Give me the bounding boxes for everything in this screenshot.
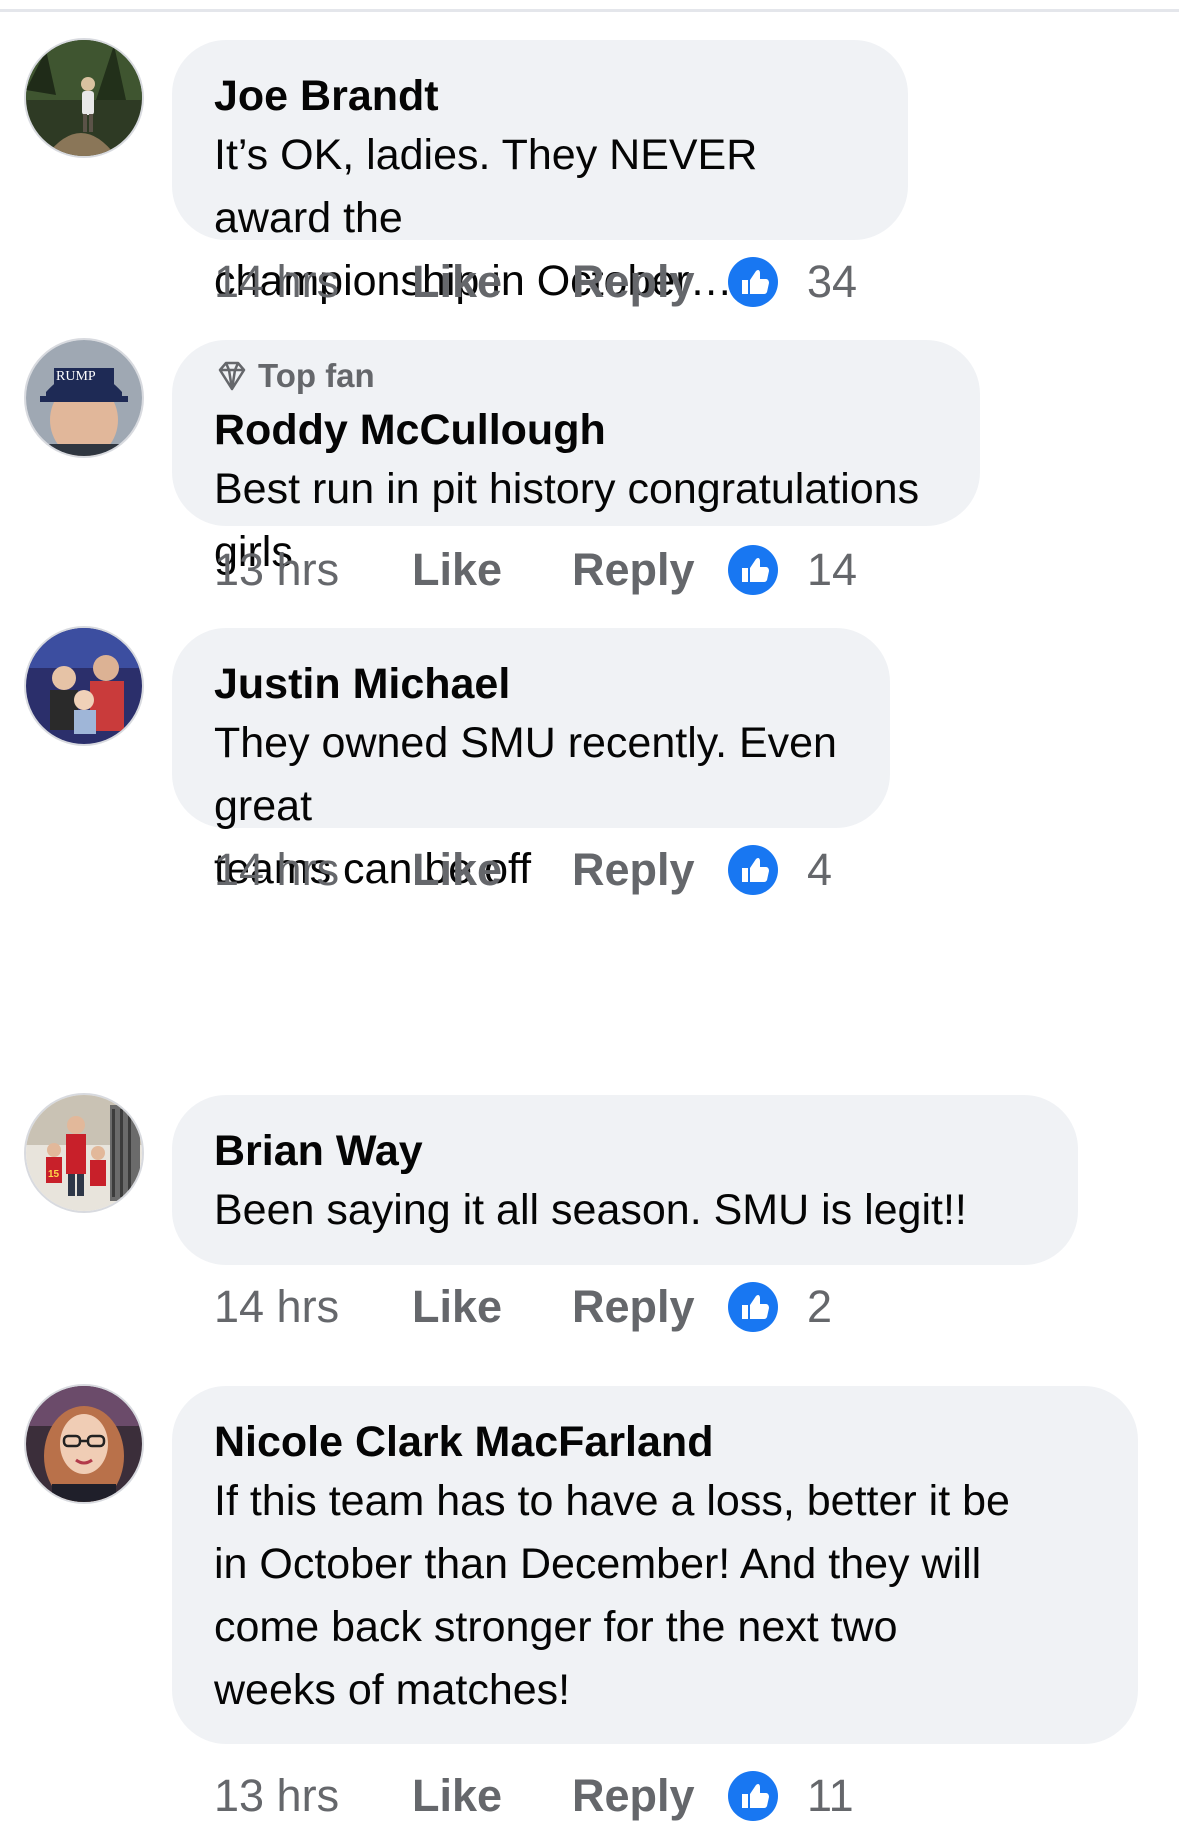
reaction-count: 34 (807, 256, 858, 307)
comment-timestamp[interactable]: 14 hrs (214, 256, 412, 308)
reaction-count: 2 (807, 1281, 833, 1332)
comment-text: If this team has to have a loss, better … (214, 1477, 1010, 1714)
comment-bubble: Joe Brandt It’s OK, ladies. They NEVER a… (172, 40, 908, 305)
comment-actions: 13 hrs Like Reply 11 (214, 1766, 854, 1826)
reply-button[interactable]: Reply (572, 1770, 727, 1822)
comment-actions: 13 hrs Like Reply 14 (214, 540, 857, 600)
reaction-summary[interactable]: 2 (727, 1281, 832, 1333)
reaction-summary[interactable]: 14 (727, 544, 857, 596)
comment-bubble: Justin Michael They owned SMU recently. … (172, 628, 890, 893)
reaction-count: 4 (807, 844, 833, 895)
comment-author[interactable]: Roddy McCullough (214, 402, 938, 458)
svg-text:RUMP: RUMP (56, 369, 96, 384)
reaction-summary[interactable]: 34 (727, 256, 857, 308)
comment-bubble: Top fan Roddy McCullough Best run in pit… (172, 340, 980, 576)
like-button[interactable]: Like (412, 256, 572, 308)
reaction-summary[interactable]: 4 (727, 844, 832, 896)
comment-author[interactable]: Brian Way (214, 1123, 1036, 1179)
comment-bubble: Brian Way Been saying it all season. SMU… (172, 1095, 1078, 1265)
top-divider (0, 0, 1179, 12)
avatar[interactable] (26, 628, 142, 744)
diamond-icon (218, 361, 246, 391)
comment-author[interactable]: Joe Brandt (214, 68, 866, 124)
top-fan-badge: Top fan (214, 356, 938, 396)
svg-text:15: 15 (48, 1169, 60, 1180)
reaction-summary[interactable]: 11 (727, 1770, 854, 1822)
comment-text: Been saying it all season. SMU is legit!… (214, 1186, 967, 1234)
reaction-count: 11 (807, 1770, 854, 1821)
badge-label: Top fan (258, 357, 375, 394)
comment-author[interactable]: Nicole Clark MacFarland (214, 1414, 1096, 1470)
reply-button[interactable]: Reply (572, 844, 727, 896)
like-button[interactable]: Like (412, 1281, 572, 1333)
comment-author[interactable]: Justin Michael (214, 656, 848, 712)
thumbs-up-icon (727, 544, 779, 596)
comment-actions: 14 hrs Like Reply 4 (214, 840, 832, 900)
avatar[interactable]: 15 (26, 1095, 142, 1211)
thumbs-up-icon (727, 1770, 779, 1822)
comment-timestamp[interactable]: 14 hrs (214, 1281, 412, 1333)
thumbs-up-icon (727, 1281, 779, 1333)
avatar[interactable]: RUMP (26, 340, 142, 456)
like-button[interactable]: Like (412, 844, 572, 896)
thumbs-up-icon (727, 844, 779, 896)
comment-timestamp[interactable]: 13 hrs (214, 1770, 412, 1822)
reaction-count: 14 (807, 544, 858, 595)
reply-button[interactable]: Reply (572, 1281, 727, 1333)
comment-actions: 14 hrs Like Reply 34 (214, 252, 857, 312)
reply-button[interactable]: Reply (572, 256, 727, 308)
comment-timestamp[interactable]: 13 hrs (214, 544, 412, 596)
like-button[interactable]: Like (412, 1770, 572, 1822)
thumbs-up-icon (727, 256, 779, 308)
avatar[interactable] (26, 40, 142, 156)
reply-button[interactable]: Reply (572, 544, 727, 596)
like-button[interactable]: Like (412, 544, 572, 596)
comment-timestamp[interactable]: 14 hrs (214, 844, 412, 896)
comment-bubble: Nicole Clark MacFarland If this team has… (172, 1386, 1138, 1744)
comment-actions: 14 hrs Like Reply 2 (214, 1277, 832, 1337)
avatar[interactable] (26, 1386, 142, 1502)
